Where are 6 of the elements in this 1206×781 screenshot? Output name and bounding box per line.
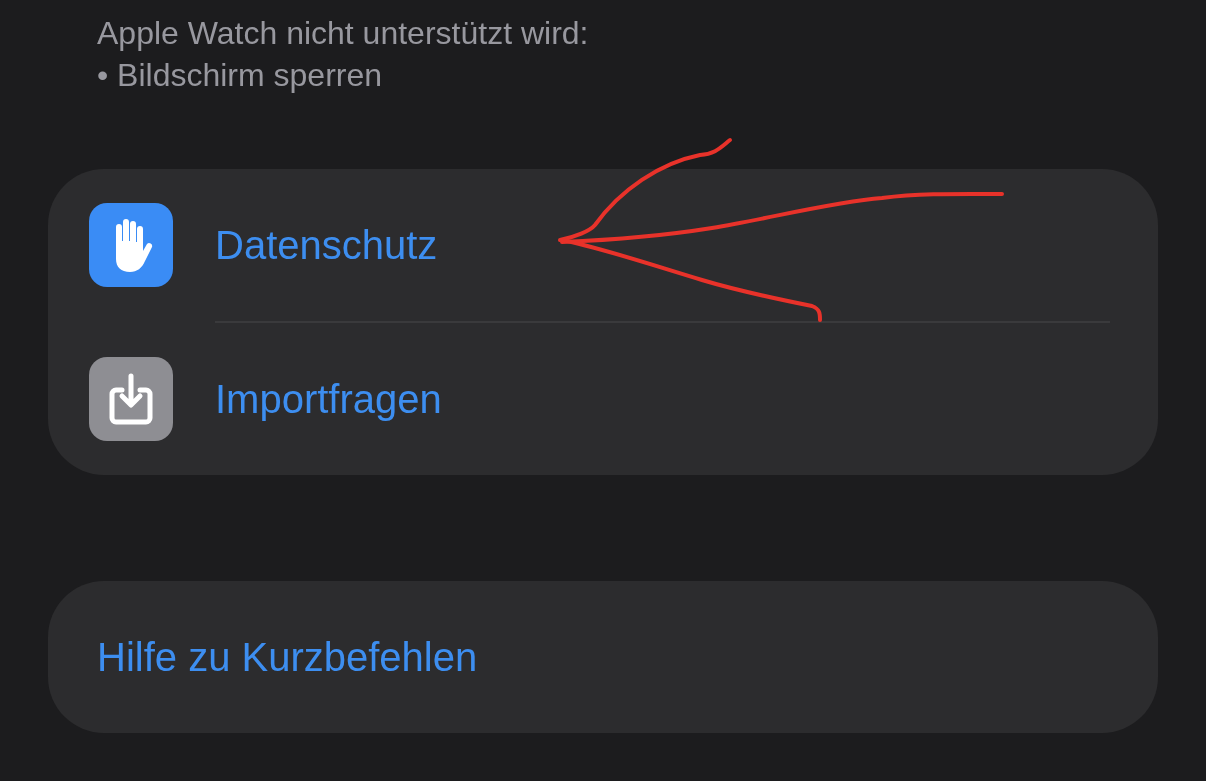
- settings-link[interactable]: Importfragen: [215, 376, 442, 422]
- settings-link[interactable]: Datenschutz: [215, 222, 438, 268]
- download-icon: [107, 372, 155, 426]
- note-text: • Bildschirm sperren: [97, 56, 384, 94]
- help-link[interactable]: Hilfe zu Kurzbefehlen: [97, 634, 478, 680]
- note-text: Apple Watch nicht unterstützt wird:: [97, 14, 590, 52]
